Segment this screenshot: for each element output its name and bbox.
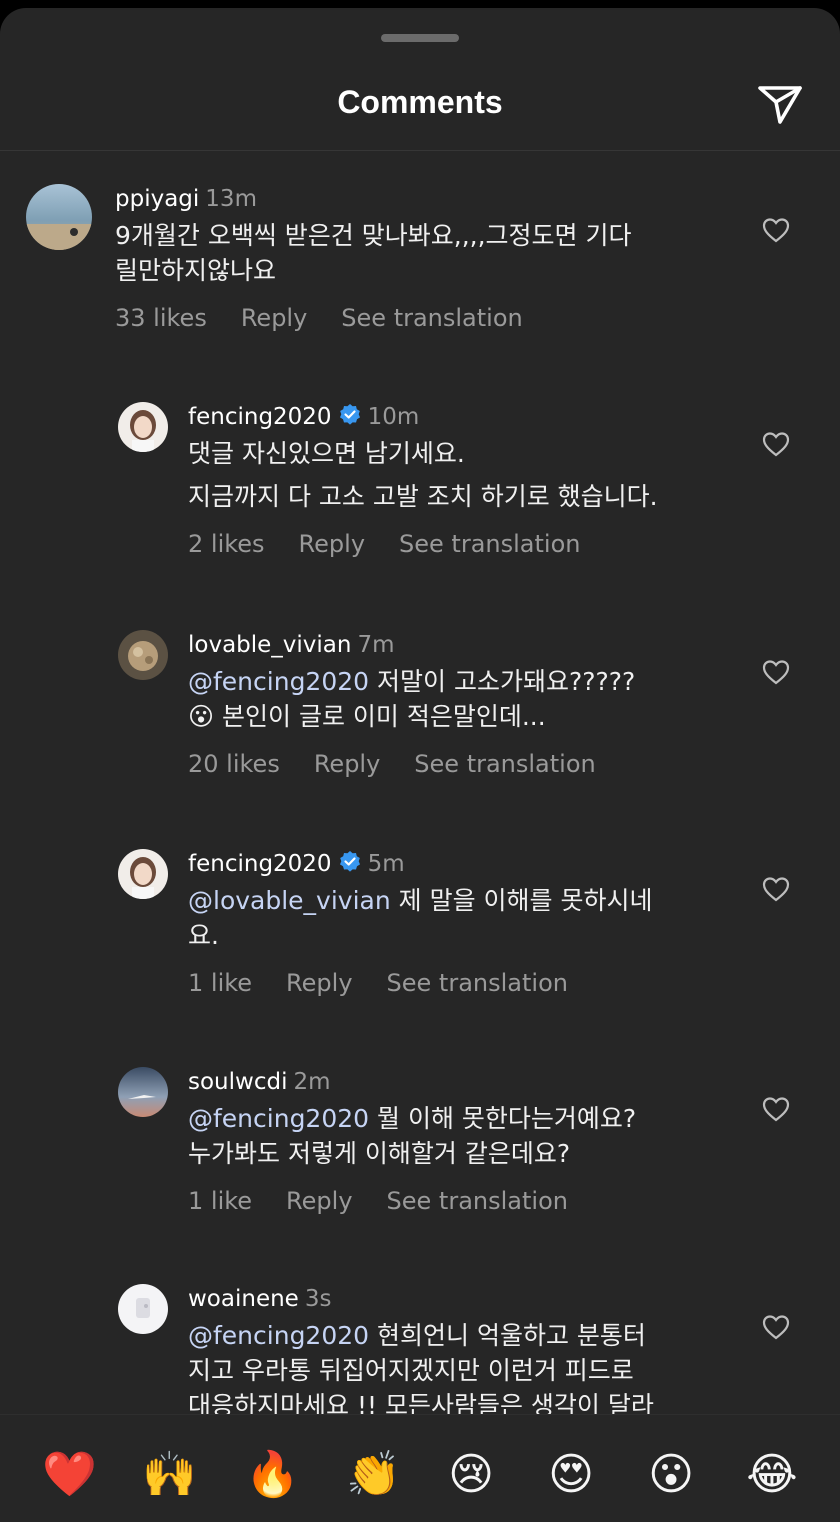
avatar[interactable] [118,1067,168,1117]
share-send-icon[interactable] [756,80,804,128]
emoji-red-heart[interactable]: ❤️ [42,1449,97,1501]
comment-username[interactable]: soulwcdi [188,1069,287,1095]
likes-count[interactable]: 33 likes [115,304,207,332]
like-heart-icon[interactable] [762,1096,790,1122]
comment-text: @fencing2020 현희언니 억울하고 분통터 지고 우라통 뒤집어지겠지… [188,1321,654,1420]
quick-reaction-bar: ❤️ 🙌 🔥 👏 😢 😍 😮 😂 [0,1414,840,1522]
avatar[interactable] [118,402,168,452]
emoji-crying-face[interactable]: 😢 [445,1449,497,1501]
mention-link[interactable]: @fencing2020 [188,1104,369,1133]
emoji-heart-eyes[interactable]: 😍 [545,1449,597,1501]
reply-button[interactable]: Reply [299,530,365,558]
comment-username[interactable]: woainene [188,1286,299,1312]
mention-link[interactable]: @lovable_vivian [188,886,391,915]
reply-button[interactable]: Reply [286,1187,352,1215]
comment-text: @lovable_vivian 제 말을 이해를 못하시네 요. [188,886,653,950]
avatar[interactable] [118,630,168,680]
reply-button[interactable]: Reply [314,750,380,778]
verified-badge-icon [339,851,360,872]
comment-text: 9개월간 오백씩 받은건 맞나봐요,,,,그정도면 기다 릴만하지않나요 [115,221,632,285]
see-translation-button[interactable]: See translation [341,304,522,332]
like-heart-icon[interactable] [762,217,790,243]
emoji-raising-hands[interactable]: 🙌 [142,1449,197,1501]
likes-count[interactable]: 20 likes [188,750,280,778]
like-heart-icon[interactable] [762,1314,790,1340]
mention-link[interactable]: @fencing2020 [188,667,369,696]
comment-time: 5m [367,851,405,877]
see-translation-button[interactable]: See translation [387,969,568,997]
like-heart-icon[interactable] [762,659,790,685]
comment-time: 2m [293,1069,331,1095]
avatar[interactable] [118,849,168,899]
see-translation-button[interactable]: See translation [414,750,595,778]
comment-time: 13m [205,186,257,212]
likes-count[interactable]: 2 likes [188,530,265,558]
verified-badge-icon [339,404,360,425]
mention-link[interactable]: @fencing2020 [188,1321,369,1350]
emoji-fire[interactable]: 🔥 [245,1449,300,1501]
comment-time: 10m [367,404,420,430]
comment-time: 3s [304,1286,332,1312]
emoji-tears-of-joy[interactable]: 😂 [746,1449,798,1501]
see-translation-button[interactable]: See translation [387,1187,568,1215]
reply-button[interactable]: Reply [241,304,307,332]
comment-time: 7m [357,632,395,658]
comment-text: 댓글 자신있으면 남기세요. 지금까지 다 고소 고발 조치 하기로 했습니다. [188,439,658,511]
likes-count[interactable]: 1 like [188,1187,252,1215]
reply-button[interactable]: Reply [286,969,352,997]
page-title: Comments [337,84,503,120]
like-heart-icon[interactable] [762,431,790,457]
comments-list[interactable]: ppiyagi 13m 9개월간 오백씩 받은건 맞나봐요,,,,그정도면 기다 … [0,8,840,1422]
comment-username[interactable]: ppiyagi [115,186,199,212]
emoji-clapping-hands[interactable]: 👏 [346,1449,401,1501]
avatar[interactable] [26,184,92,250]
comments-header: Comments [0,60,840,150]
comment-username[interactable]: fencing2020 [188,851,332,877]
likes-count[interactable]: 1 like [188,969,252,997]
header-divider [0,150,840,151]
avatar[interactable] [118,1284,168,1334]
see-translation-button[interactable]: See translation [399,530,580,558]
like-heart-icon[interactable] [762,876,790,902]
comment-username[interactable]: lovable_vivian [188,632,351,658]
comment-username[interactable]: fencing2020 [188,404,332,430]
comment-text: @fencing2020 뭘 이해 못한다는거예요? 누가봐도 저렇게 이해할거… [188,1104,637,1168]
emoji: 😮 [188,702,215,731]
emoji-surprised-face[interactable]: 😮 [645,1449,697,1501]
comment-text: @fencing2020 저말이 고소가돼요????? 😮 본인이 글로 이미 … [188,667,636,731]
comments-sheet: ppiyagi 13m 9개월간 오백씩 받은건 맞나봐요,,,,그정도면 기다 … [0,8,840,1522]
